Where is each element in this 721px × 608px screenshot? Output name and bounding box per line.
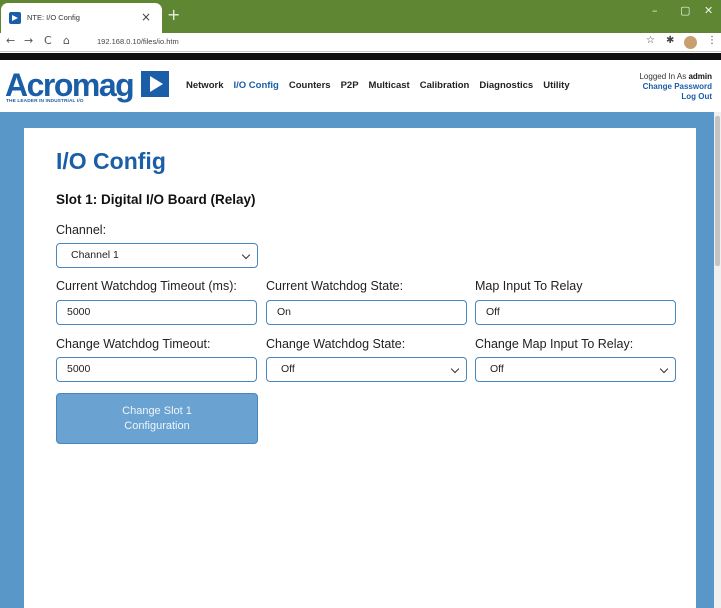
logged-in-username: admin bbox=[688, 72, 712, 81]
map-input-label: Map Input To Relay bbox=[475, 279, 583, 293]
change-password-link[interactable]: Change Password bbox=[639, 82, 712, 92]
address-bar: ← → C ⌂ 192.168.0.10/files/io.htm ☆ ✱ ⋮ bbox=[0, 33, 721, 52]
change-watchdog-state-label: Change Watchdog State: bbox=[266, 337, 406, 351]
submit-line-2: Configuration bbox=[124, 420, 190, 432]
logo-tagline: THE LEADER IN INDUSTRIAL I/O bbox=[6, 99, 84, 104]
slot-title: Slot 1: Digital I/O Board (Relay) bbox=[56, 192, 256, 207]
acromag-favicon-icon bbox=[9, 12, 21, 24]
chevron-down-icon bbox=[450, 364, 460, 374]
new-tab-icon[interactable]: + bbox=[167, 5, 180, 24]
logo-wordmark: Acromag bbox=[5, 67, 135, 103]
channel-select-value: Channel 1 bbox=[71, 249, 119, 261]
site-header: Acromag THE LEADER IN INDUSTRIAL I/O Net… bbox=[0, 60, 721, 112]
change-slot-configuration-button[interactable]: Change Slot 1 Configuration bbox=[56, 393, 258, 444]
url-field[interactable]: 192.168.0.10/files/io.htm bbox=[97, 37, 179, 46]
nav-io-config[interactable]: I/O Config bbox=[233, 80, 278, 94]
page-top-strip bbox=[0, 53, 721, 60]
change-map-input-label: Change Map Input To Relay: bbox=[475, 337, 634, 351]
window-close-icon[interactable]: ✕ bbox=[704, 4, 713, 17]
channel-select[interactable]: Channel 1 bbox=[56, 243, 258, 268]
map-input-field[interactable]: Off bbox=[475, 300, 676, 325]
submit-line-1: Change Slot 1 bbox=[122, 405, 192, 417]
current-watchdog-state-label: Current Watchdog State: bbox=[266, 279, 404, 293]
back-icon[interactable]: ← bbox=[6, 34, 15, 47]
user-box: Logged In As admin Change Password Log O… bbox=[639, 72, 712, 102]
extensions-icon[interactable]: ✱ bbox=[666, 35, 674, 46]
current-watchdog-timeout-field[interactable]: 5000 bbox=[56, 300, 257, 325]
tab-close-icon[interactable]: × bbox=[141, 10, 151, 24]
channel-label: Channel: bbox=[56, 223, 107, 237]
window-maximize-icon[interactable]: ▢ bbox=[680, 4, 690, 17]
bookmark-star-icon[interactable]: ☆ bbox=[646, 35, 655, 46]
reload-icon[interactable]: C bbox=[44, 34, 52, 47]
change-watchdog-state-value: Off bbox=[281, 363, 295, 375]
page-title: I/O Config bbox=[56, 148, 166, 174]
chevron-down-icon bbox=[241, 250, 251, 260]
logged-in-prefix: Logged In As bbox=[639, 72, 687, 81]
nav-calibration[interactable]: Calibration bbox=[420, 80, 470, 94]
change-watchdog-timeout-input[interactable]: 5000 bbox=[56, 357, 257, 382]
nav-network[interactable]: Network bbox=[186, 80, 223, 94]
page-scrollbar[interactable] bbox=[714, 112, 721, 608]
window-minimize-icon[interactable]: – bbox=[652, 4, 658, 17]
nav-p2p[interactable]: P2P bbox=[341, 80, 359, 94]
io-config-card: I/O Config Slot 1: Digital I/O Board (Re… bbox=[24, 128, 696, 608]
forward-icon[interactable]: → bbox=[24, 34, 33, 47]
nav-counters[interactable]: Counters bbox=[289, 80, 331, 94]
log-out-link[interactable]: Log Out bbox=[639, 92, 712, 102]
tab-title: NTE: I/O Config bbox=[27, 13, 80, 22]
change-map-input-value: Off bbox=[490, 363, 504, 375]
profile-avatar[interactable] bbox=[684, 36, 697, 49]
acromag-logo[interactable]: Acromag THE LEADER IN INDUSTRIAL I/O bbox=[5, 68, 173, 108]
nav-diagnostics[interactable]: Diagnostics bbox=[479, 80, 533, 94]
current-watchdog-timeout-label: Current Watchdog Timeout (ms): bbox=[56, 279, 237, 293]
change-watchdog-state-select[interactable]: Off bbox=[266, 357, 467, 382]
browser-tab-bar: NTE: I/O Config × + – ▢ ✕ bbox=[0, 0, 721, 33]
nav-multicast[interactable]: Multicast bbox=[369, 80, 410, 94]
change-map-input-select[interactable]: Off bbox=[475, 357, 676, 382]
nav-utility[interactable]: Utility bbox=[543, 80, 569, 94]
scrollbar-thumb[interactable] bbox=[715, 116, 720, 266]
current-watchdog-state-field[interactable]: On bbox=[266, 300, 467, 325]
browser-menu-icon[interactable]: ⋮ bbox=[707, 35, 717, 46]
chevron-down-icon bbox=[659, 364, 669, 374]
logged-in-line: Logged In As admin bbox=[639, 72, 712, 82]
logo-arrow-icon bbox=[141, 71, 169, 97]
main-nav: Network I/O Config Counters P2P Multicas… bbox=[186, 80, 580, 94]
home-icon[interactable]: ⌂ bbox=[63, 34, 70, 47]
change-watchdog-timeout-label: Change Watchdog Timeout: bbox=[56, 337, 211, 351]
browser-tab[interactable]: NTE: I/O Config × bbox=[1, 3, 162, 33]
